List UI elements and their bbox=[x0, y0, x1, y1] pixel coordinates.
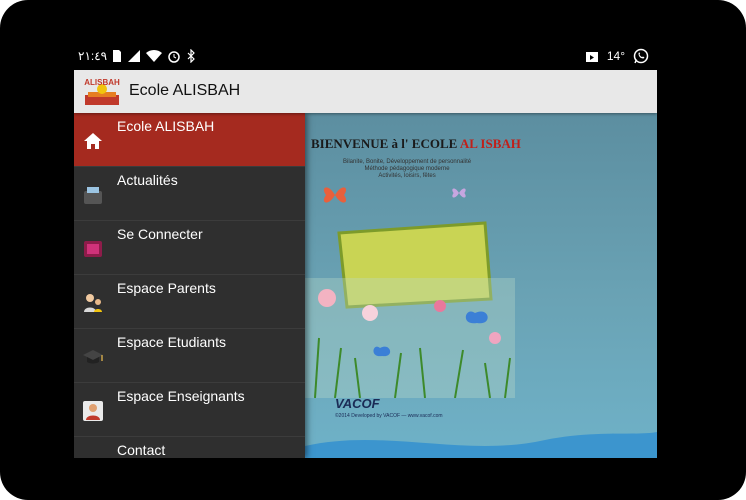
app-title: Ecole ALISBAH bbox=[129, 82, 241, 99]
signal-icon bbox=[128, 50, 141, 62]
drawer-item-label: Actualités bbox=[117, 172, 178, 188]
butterfly-icon bbox=[323, 187, 347, 203]
drawer-item-home[interactable]: Ecole ALISBAH bbox=[74, 113, 305, 167]
drawer-item-teachers[interactable]: Espace Enseignants bbox=[74, 383, 305, 437]
wave-decoration bbox=[305, 432, 657, 458]
banner-title: BIENVENUE à l' ECOLE AL ISBAH bbox=[311, 136, 521, 152]
wifi-icon bbox=[146, 49, 163, 62]
drawer-item-news[interactable]: Actualités bbox=[74, 167, 305, 221]
status-bar-left: ٢١:٤٩ bbox=[78, 49, 196, 63]
home-icon bbox=[84, 133, 102, 149]
parents-icon bbox=[84, 294, 102, 312]
sim-icon bbox=[113, 50, 122, 62]
flower-meadow-illustration bbox=[305, 278, 515, 398]
status-bar-right: 14° bbox=[585, 48, 649, 64]
banner-subtitle: Bilanite, Bonite, Développement de perso… bbox=[343, 159, 471, 180]
navigation-drawer: Ecole ALISBAH Actualités Se Connecter Es… bbox=[74, 113, 305, 458]
temperature: 14° bbox=[606, 49, 625, 63]
home-banner: BIENVENUE à l' ECOLE AL ISBAH Bilanite, … bbox=[305, 113, 657, 458]
status-bar: ٢١:٤٩ 14° bbox=[74, 44, 657, 70]
contact-icon bbox=[82, 454, 104, 458]
teacher-icon bbox=[83, 401, 103, 421]
butterfly-icon bbox=[452, 188, 466, 198]
banner-title-main: BIENVENUE à l' ECOLE bbox=[311, 136, 458, 151]
drawer-item-label: Ecole ALISBAH bbox=[117, 118, 215, 134]
news-icon bbox=[84, 187, 102, 204]
banner-title-school: AL ISBAH bbox=[459, 136, 521, 151]
logo-text: ALISBAH bbox=[84, 78, 120, 87]
app-bar: ALISBAH Ecole ALISBAH bbox=[74, 70, 657, 113]
drawer-item-label: Se Connecter bbox=[117, 226, 203, 242]
device-screen: ٢١:٤٩ 14° ALISBAH Ecole ALISBAH BIENVENU… bbox=[74, 44, 657, 458]
drawer-item-label: Contact bbox=[117, 442, 166, 458]
whatsapp-icon bbox=[633, 48, 649, 64]
drawer-item-parents[interactable]: Espace Parents bbox=[74, 275, 305, 329]
drawer-item-login[interactable]: Se Connecter bbox=[74, 221, 305, 275]
banner-subtitle-line: Bilanite, Bonite, Développement de perso… bbox=[343, 159, 472, 165]
alarm-icon bbox=[168, 51, 180, 63]
banner-subtitle-line: Méthode pédagogique moderne bbox=[364, 166, 450, 172]
drawer-item-students[interactable]: Espace Etudiants bbox=[74, 329, 305, 383]
drawer-item-label: Espace Parents bbox=[117, 280, 216, 296]
login-icon bbox=[84, 241, 102, 257]
media-icon bbox=[585, 52, 598, 62]
drawer-item-label: Espace Enseignants bbox=[117, 388, 245, 404]
school-logo[interactable]: ALISBAH bbox=[82, 75, 122, 108]
banner-subtitle-line: Activités, loisirs, fêtes bbox=[378, 173, 436, 179]
developer-brand: VACOF bbox=[335, 396, 380, 411]
drawer-item-contact[interactable]: Contact bbox=[74, 437, 305, 458]
drawer-item-label: Espace Etudiants bbox=[117, 334, 226, 350]
clock: ٢١:٤٩ bbox=[78, 49, 108, 63]
bluetooth-icon bbox=[187, 49, 195, 63]
graduation-cap-icon bbox=[83, 350, 103, 364]
